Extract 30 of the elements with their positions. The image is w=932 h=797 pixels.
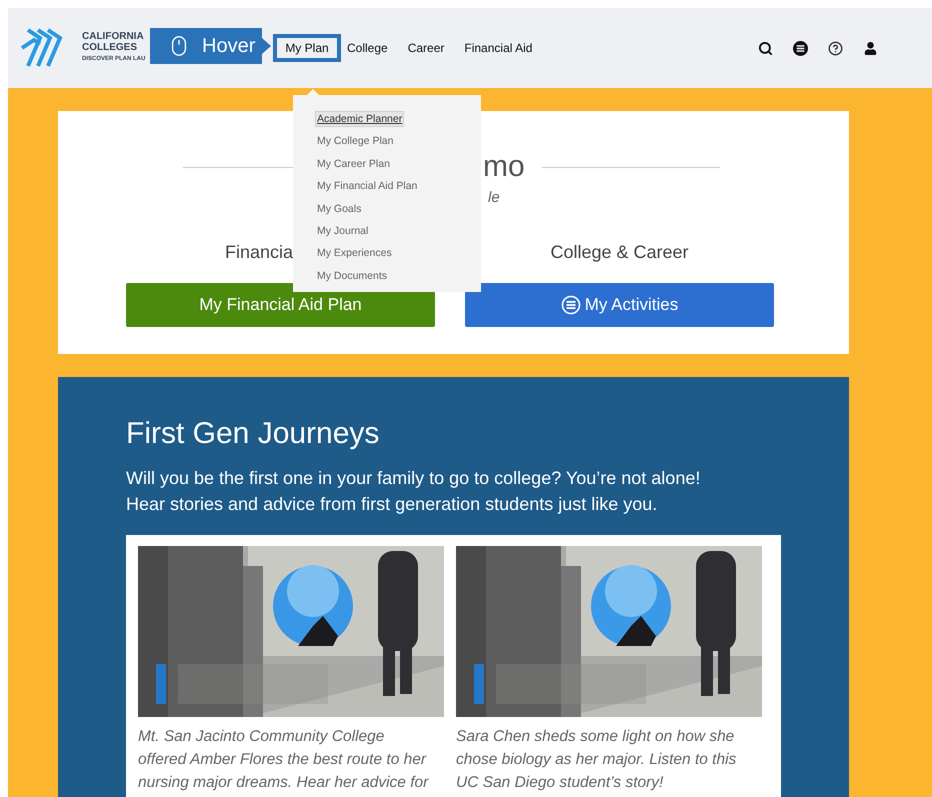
logo-text: COLLEGES xyxy=(82,42,138,53)
welcome-title: mo xyxy=(483,150,525,184)
menu-item[interactable]: My Career Plan xyxy=(315,156,392,172)
activities-button[interactable]: My Activities xyxy=(465,283,774,327)
nav-link[interactable]: Financial Aid xyxy=(458,38,538,58)
callout-label: Hover xyxy=(202,34,256,58)
financial-aid-plan-button[interactable]: My Financial Aid Plan xyxy=(126,283,435,327)
journeys-intro: Will you be the first one in your family to go to college? You’re not alone! Hear stories and advice from first generation students just like you. xyxy=(126,467,702,516)
section-heading: Financia xyxy=(224,242,293,263)
nav-link[interactable]: College xyxy=(341,38,394,58)
help-button[interactable] xyxy=(828,40,843,56)
nav-link[interactable]: My Plan xyxy=(273,34,341,62)
list-icon xyxy=(560,295,581,315)
user-icon[interactable] xyxy=(863,40,878,56)
nav-link[interactable]: Career xyxy=(402,38,450,58)
menu-item[interactable]: My Experiences xyxy=(315,245,394,262)
logo-text: CALIFORNIA xyxy=(82,31,145,42)
video-description: Sara Chen sheds some light on how she chose biology as her major. Listen to this UC San Diego student’s story! xyxy=(456,727,738,793)
menu-item[interactable]: My Financial Aid Plan xyxy=(315,178,420,194)
welcome-subtitle: le xyxy=(488,189,501,206)
section-heading: College & Career xyxy=(550,242,689,263)
menu-item[interactable]: My College Plan xyxy=(315,133,396,150)
search-button[interactable] xyxy=(758,40,773,56)
menu-item[interactable]: My Goals xyxy=(315,200,364,217)
menu-item[interactable]: My Journal xyxy=(315,222,370,239)
journeys-title: First Gen Journeys xyxy=(126,417,380,451)
list-icon[interactable] xyxy=(793,40,808,56)
video-description: Mt. San Jacinto Community College offered Amber Flores the best route to her nursing major dreams. Hear her advice for xyxy=(138,727,430,793)
menu-item[interactable]: Academic Planner xyxy=(315,111,404,127)
menu-item[interactable]: My Documents xyxy=(315,268,390,284)
